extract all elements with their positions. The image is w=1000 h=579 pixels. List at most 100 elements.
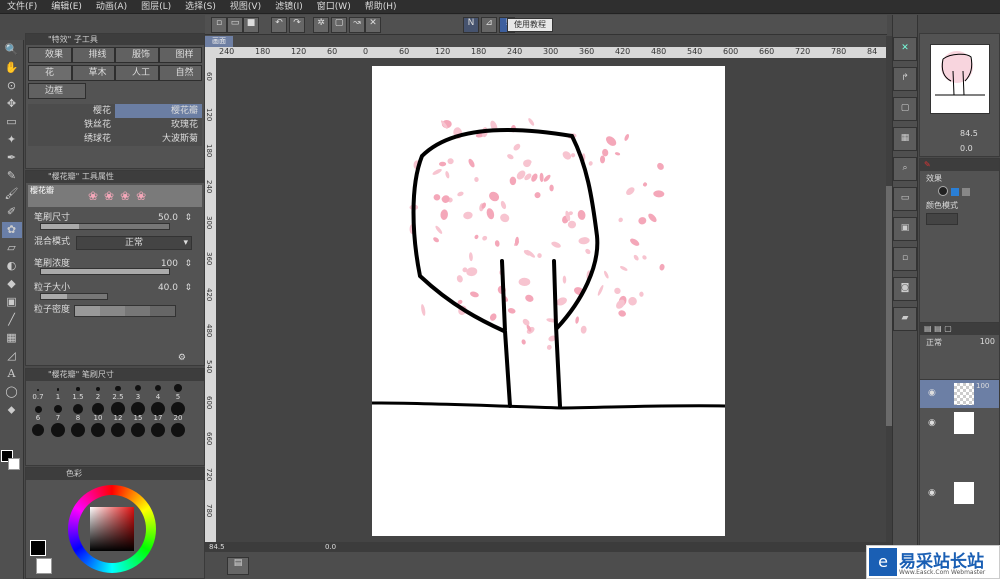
brush-item[interactable]: 绣球花 [28,132,115,146]
material-panel-icon[interactable]: ▢ [893,97,917,121]
lasso-tool-icon[interactable]: ✦ [2,132,22,148]
menu-item[interactable]: 滤镜(I) [268,0,310,13]
paper[interactable] [372,66,725,536]
brush-size-dot[interactable] [68,385,88,393]
eye-icon[interactable]: ◉ [928,388,936,398]
text-tool-icon[interactable]: A [2,366,22,382]
brush-size-dot[interactable] [48,423,68,439]
camera-panel-icon[interactable]: ◙ [893,277,917,301]
save-icon[interactable]: ■ [243,17,259,33]
brush-size-dot[interactable] [28,385,48,393]
stepper-icon[interactable]: ⇕ [184,211,192,225]
blend-tool-icon[interactable]: ◐ [2,258,22,274]
brush-size-dot[interactable] [28,424,48,438]
layer-blend-mode[interactable]: 正常 [926,337,942,348]
layer-row-paper[interactable]: ◉ [920,478,999,508]
pencil-tool-icon[interactable]: ✎ [2,168,22,184]
brush-size-dot[interactable] [88,423,108,439]
particle-size-value[interactable]: 40.0 [158,281,178,295]
brush-item[interactable]: 大波斯菊 [115,132,202,146]
ruler-snap-icon[interactable]: ⊿ [481,17,497,33]
image-panel-icon[interactable]: ▣ [893,217,917,241]
clear-icon[interactable]: ▢ [331,17,347,33]
menu-item[interactable]: 选择(S) [178,0,223,13]
tab-artificial[interactable]: 人工 [115,65,159,81]
tab-costume[interactable]: 服饰 [115,47,159,63]
navigator-rotation[interactable]: 0.0 [960,144,973,153]
color-wheel[interactable] [68,485,156,573]
brush-size-dot[interactable] [48,385,68,393]
snap-icon[interactable]: N [463,17,479,33]
main-color-swatch[interactable] [30,540,46,556]
history-panel-icon[interactable]: ▭ [893,187,917,211]
brush-size-dot[interactable] [128,385,148,393]
canvas-area[interactable] [216,58,886,542]
brush-size-dot[interactable] [108,385,128,393]
ruler-tool-icon[interactable]: ◿ [2,348,22,364]
sub-color-swatch[interactable] [8,458,20,470]
stepper-icon[interactable]: ⇕ [184,281,192,295]
redo-icon[interactable]: ↷ [289,17,305,33]
eye-icon[interactable]: ◉ [928,488,936,498]
loading-icon[interactable]: ✲ [313,17,329,33]
canvas-tab[interactable]: 画面 [205,36,233,47]
menu-item[interactable]: 窗口(W) [310,0,358,13]
layer-row-lineart[interactable]: ◉ [920,408,999,438]
menu-item[interactable]: 文件(F) [0,0,44,13]
brush-item[interactable]: 樱花 [28,104,115,118]
brush-size-dot[interactable] [108,423,128,439]
brush-size-slider[interactable] [40,223,170,230]
eyedrop-tool-icon[interactable]: ⊙ [2,78,22,94]
menu-item[interactable]: 图层(L) [134,0,178,13]
layer-search-icon[interactable]: ⌕ [893,157,917,181]
brush-size-dot[interactable] [128,423,148,439]
correction-tool-icon[interactable]: ⬥ [2,402,22,418]
brush-size-dot[interactable] [148,423,168,439]
grid-panel-icon[interactable]: ▦ [893,127,917,151]
brush-size-dot[interactable] [88,385,108,393]
gradient-tool-icon[interactable]: ▣ [2,294,22,310]
layer-opacity[interactable]: 100 [980,337,995,346]
density-slider[interactable] [40,268,170,275]
crop-icon[interactable]: ✕ [365,17,381,33]
airbrush-tool-icon[interactable]: ✐ [2,204,22,220]
brush-item[interactable]: 铁丝花 [28,118,115,132]
menu-item[interactable]: 帮助(H) [358,0,404,13]
layer-row-petals[interactable]: ◉ 100 [920,380,999,408]
eye-icon[interactable]: ◉ [928,418,936,428]
menu-item[interactable]: 编辑(E) [44,0,89,13]
menu-item[interactable]: 视图(V) [223,0,268,13]
brush-item[interactable]: 玫瑰花 [115,118,202,132]
brush-item-selected[interactable]: 樱花瓣 [115,104,202,118]
tab-hatching[interactable]: 排线 [71,47,115,63]
stepper-icon[interactable]: ⇕ [184,257,192,271]
tab-nature[interactable]: 自然 [158,65,202,81]
new-file-icon[interactable]: ▫ [211,17,227,33]
move-tool-icon[interactable]: ✥ [2,96,22,112]
timeline-icon[interactable]: ▤ [227,557,249,575]
navigator-preview[interactable] [930,44,990,114]
file-panel-icon[interactable]: ▫ [893,247,917,271]
fill-tool-icon[interactable]: ◆ [2,276,22,292]
particle-size-slider[interactable] [40,293,108,300]
navigator-zoom[interactable]: 84.5 [960,129,978,138]
transform-panel-icon[interactable]: ↱ [893,67,917,91]
sub-color-swatch[interactable] [36,558,52,574]
pen-tool-icon[interactable]: ✒ [2,150,22,166]
open-file-icon[interactable]: ▭ [227,17,243,33]
tutorial-button[interactable]: 使用教程 [507,18,553,32]
effect-buttons[interactable] [920,186,999,198]
select-tool-icon[interactable]: ▭ [2,114,22,130]
transform-icon[interactable]: ↝ [349,17,365,33]
rotation-readout[interactable]: 0.0 [325,542,336,552]
tab-flower[interactable]: 花 [28,65,72,81]
folder-panel-icon[interactable]: ▰ [893,307,917,331]
decoration-tool-icon[interactable]: ✿ [1,222,22,238]
eraser-tool-icon[interactable]: ▱ [2,240,22,256]
undo-icon[interactable]: ↶ [271,17,287,33]
tab-pattern[interactable]: 图样 [158,47,202,63]
hand-tool-icon[interactable]: ✋ [2,60,22,76]
brush-size-dot[interactable] [168,423,188,439]
color-mode-select[interactable] [926,213,958,225]
settings-icon[interactable]: ⚙ [178,353,186,363]
